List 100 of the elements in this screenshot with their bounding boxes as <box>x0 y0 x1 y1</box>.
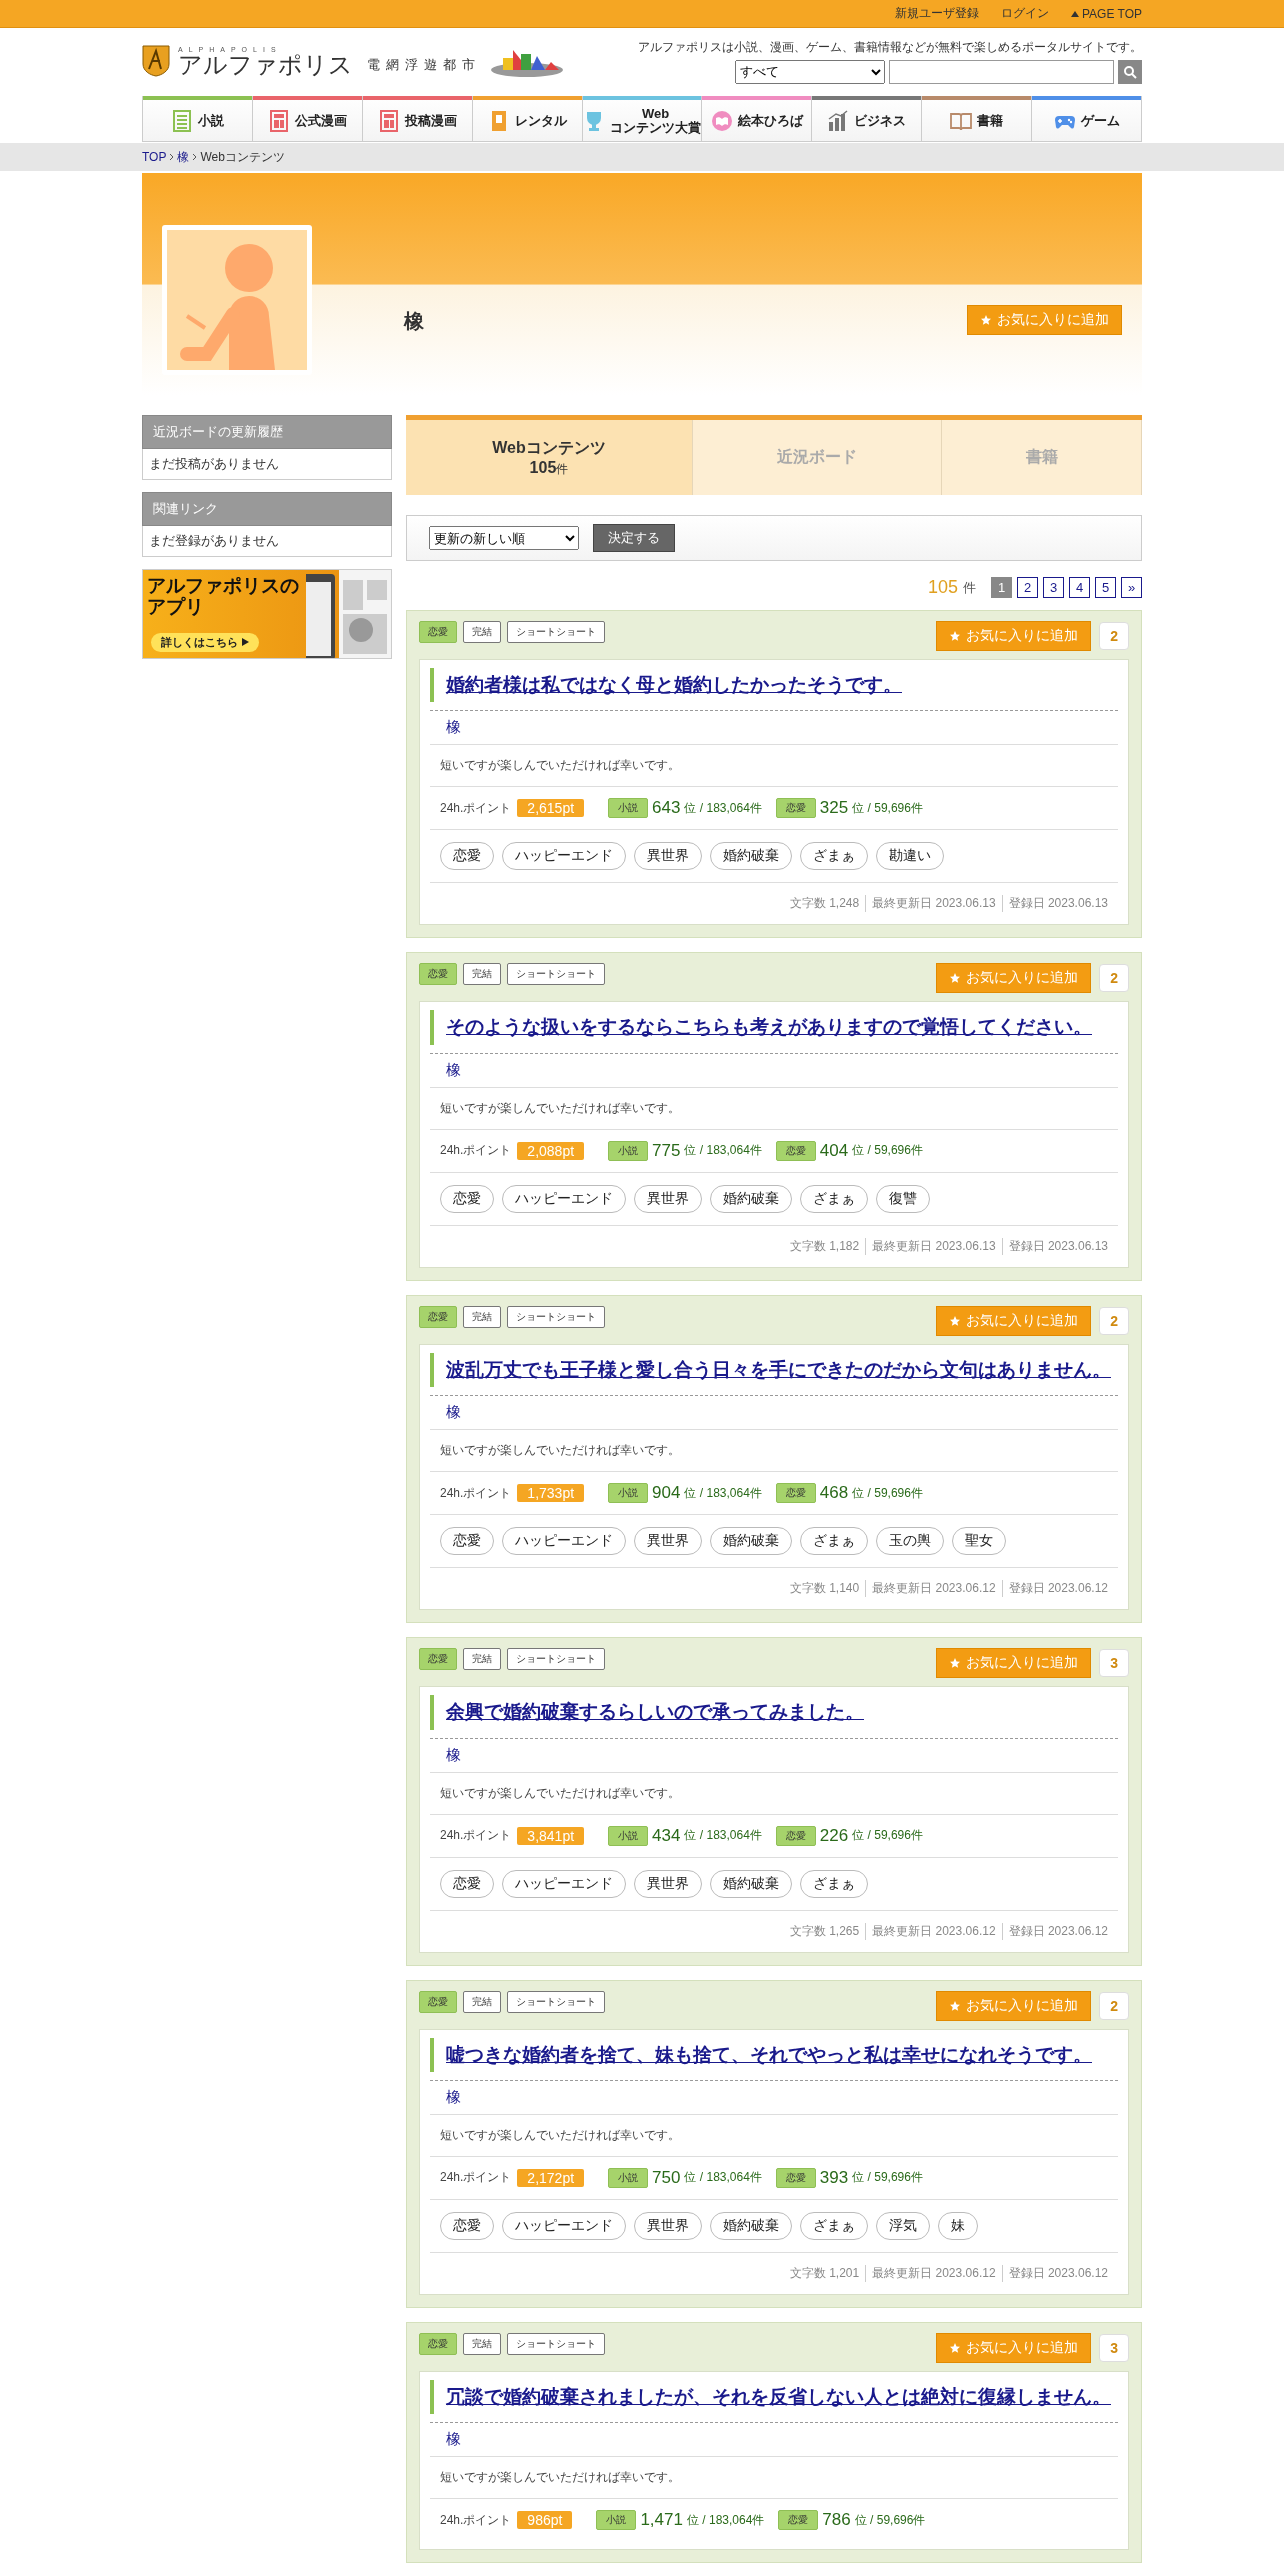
nav-tab[interactable]: 絵本ひろば <box>702 96 812 142</box>
favorite-count: 3 <box>1099 2333 1129 2362</box>
banner-button[interactable]: 詳しくはこちら <box>151 633 259 652</box>
search-category-select[interactable]: すべて <box>735 59 885 84</box>
work-title-link[interactable]: 余興で婚約破棄するらしいので承ってみました。 <box>446 1697 864 1728</box>
work-description: 短いですが楽しんでいただければ幸いです。 <box>439 1442 681 1460</box>
work-description: 短いですが楽しんでいただければ幸いです。 <box>439 2469 681 2487</box>
ranking-category: 小説 <box>596 2510 637 2531</box>
work-label: 恋愛 <box>419 621 457 643</box>
points-value: 2,615pt <box>517 799 585 818</box>
page-top-link[interactable]: PAGE TOP <box>1070 6 1142 21</box>
ranking-number: 404 <box>819 1140 849 1161</box>
ranking-category: 小説 <box>608 798 649 819</box>
favorite-count: 3 <box>1099 1649 1129 1678</box>
ranking-number: 775 <box>652 1140 681 1161</box>
banner-title: アルファポリスのアプリ <box>147 576 300 618</box>
author-link[interactable]: 橡 <box>430 711 477 745</box>
page-link[interactable]: 3 <box>1043 577 1064 598</box>
page-link[interactable]: 2 <box>1017 577 1038 598</box>
search-button[interactable] <box>1118 59 1142 84</box>
content-tab[interactable]: Webコンテンツ 105件 <box>406 420 693 495</box>
work-meta: 登録日 2023.06.12 <box>1001 2264 1114 2282</box>
author-link[interactable]: 橡 <box>430 1053 477 1087</box>
nav-tab[interactable]: Web コンテンツ大賞 <box>583 96 702 142</box>
author-link[interactable]: 橡 <box>430 1738 477 1772</box>
ranking-total: 位 / 183,064件 <box>684 799 762 817</box>
search-field[interactable] <box>889 59 1114 84</box>
work-label: 完結 <box>463 2332 501 2355</box>
logo-name: アルファポリス <box>178 52 353 77</box>
author-name: 橡 <box>404 309 425 334</box>
nav-tab[interactable]: 小説 <box>143 96 253 142</box>
apply-button[interactable]: 決定する <box>593 524 675 552</box>
points-label: 24h.ポイント <box>440 1484 512 1502</box>
ranking-category: 小説 <box>608 1483 649 1504</box>
author-link[interactable]: 橡 <box>430 1396 477 1430</box>
ranking-total: 位 / 183,064件 <box>684 1142 762 1160</box>
ranking-category: 恋愛 <box>778 2510 819 2531</box>
breadcrumb-link[interactable]: TOP <box>142 150 167 164</box>
ranking-category: 恋愛 <box>775 798 816 819</box>
work-meta: 登録日 2023.06.13 <box>1001 1237 1114 1255</box>
document-icon <box>171 109 193 132</box>
page-link[interactable]: 1 <box>991 577 1012 598</box>
ranking-total: 位 / 59,696件 <box>852 1484 923 1502</box>
work-title-link[interactable]: 嘘つきな婚約者を捨て、妹も捨て、それでやっと私は幸せになれそうです。 <box>446 2039 1092 2070</box>
work-title-link[interactable]: 波乱万丈でも王子様と愛し合う日々を手にできたのだから文句はありません。 <box>446 1354 1111 1386</box>
work-label: 完結 <box>463 1990 501 2013</box>
star-icon <box>949 1314 962 1327</box>
star-icon <box>949 630 962 642</box>
sidebar-heading: 近況ボードの更新履歴 <box>142 415 392 449</box>
next-page-link[interactable]: » <box>1121 577 1142 598</box>
nav-tab[interactable]: 公式漫画 <box>253 96 363 142</box>
top-link[interactable]: ログイン <box>1000 5 1049 22</box>
app-banner[interactable]: アルファポリスのアプリ 詳しくはこちら <box>142 569 392 659</box>
author-link[interactable]: 橡 <box>430 2080 477 2114</box>
work-title-link[interactable]: 婚約者様は私ではなく母と婚約したかったそうです。 <box>446 670 902 701</box>
work-title-link[interactable]: そのような扱いをするならこちらも考えがありますので覚悟してください。 <box>446 1012 1092 1043</box>
work-label: 完結 <box>463 1305 501 1328</box>
points-value: 3,841pt <box>517 1826 585 1845</box>
ranking-total: 位 / 183,064件 <box>684 1827 762 1845</box>
page-link[interactable]: 5 <box>1095 577 1116 598</box>
ranking-number: 643 <box>652 798 681 819</box>
work-description: 短いですが楽しんでいただければ幸いです。 <box>439 2126 681 2144</box>
ranking-category: 恋愛 <box>775 1825 816 1846</box>
work-label: 完結 <box>463 1648 501 1671</box>
nav-tab[interactable]: 投稿漫画 <box>363 96 473 142</box>
ranking-number: 393 <box>819 2167 849 2188</box>
play-triangle-icon <box>242 638 249 646</box>
ranking-category: 小説 <box>608 1140 649 1161</box>
work-label: 恋愛 <box>419 1990 457 2013</box>
work-meta: 文字数 1,182 <box>788 1237 861 1255</box>
page-link[interactable]: 4 <box>1069 577 1090 598</box>
points-label: 24h.ポイント <box>440 2511 512 2529</box>
ranking-number: 750 <box>652 2167 681 2188</box>
nav-tab[interactable]: 書籍 <box>922 96 1032 142</box>
points-value: 2,172pt <box>517 2168 585 2187</box>
star-icon <box>949 1657 962 1670</box>
breadcrumb-link[interactable]: 橡 <box>177 148 190 166</box>
sort-select[interactable]: 更新の新しい順 <box>429 526 579 550</box>
work-label: ショートショート <box>507 1990 605 2013</box>
work-label: ショートショート <box>507 1305 605 1328</box>
work-label: ショートショート <box>507 963 605 986</box>
ranking-total: 位 / 59,696件 <box>852 2169 923 2187</box>
points-label: 24h.ポイント <box>440 799 512 817</box>
author-link[interactable]: 橡 <box>430 2423 477 2457</box>
work-meta: 文字数 1,140 <box>788 1580 861 1598</box>
nav-tab[interactable]: ゲーム <box>1032 96 1142 142</box>
search-icon <box>1123 64 1137 79</box>
work-meta: 文字数 1,265 <box>788 1922 861 1940</box>
work-meta: 文字数 1,201 <box>788 2264 861 2282</box>
work-label: ショートショート <box>507 621 605 643</box>
chevron-right-icon <box>192 153 198 161</box>
nav-tab[interactable]: ビジネス <box>812 96 922 142</box>
logo-subtitle: 電網浮遊都市 <box>367 56 481 74</box>
top-link[interactable]: 新規ユーザ登録 <box>894 5 979 22</box>
work-meta: 最終更新日 2023.06.12 <box>865 1580 1002 1598</box>
favorite-count: 2 <box>1099 1991 1129 2020</box>
work-title-link[interactable]: 冗談で婚約破棄されましたが、それを反省しない人とは絶対に復縁しません。 <box>446 2381 1111 2413</box>
work-meta: 最終更新日 2023.06.13 <box>865 895 1002 913</box>
nav-tab[interactable]: レンタル <box>473 96 583 142</box>
breadcrumb-current: Webコンテンツ <box>200 148 285 166</box>
